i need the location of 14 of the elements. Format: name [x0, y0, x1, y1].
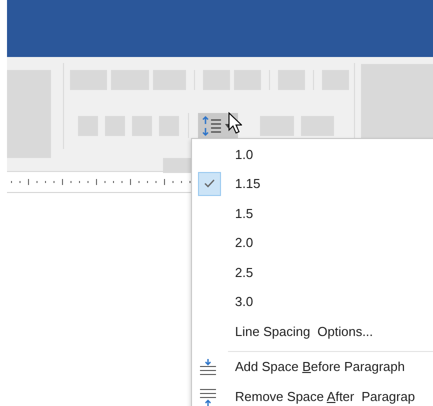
remove-space-after-icon: [199, 388, 217, 406]
spacing-option[interactable]: 1.15: [192, 170, 433, 199]
spacing-option[interactable]: 3.0: [192, 288, 433, 317]
spacing-option[interactable]: 2.0: [192, 228, 433, 258]
add-space-before-icon: [199, 358, 217, 376]
line-spacing-options-item[interactable]: Line Spacing Options...: [192, 317, 433, 346]
spacing-option[interactable]: 1.5: [192, 199, 433, 228]
paragraph-spacing-item[interactable]: Add Space Before Paragraph: [192, 352, 433, 382]
spacing-option[interactable]: 1.0: [192, 140, 433, 170]
spacing-option[interactable]: 2.5: [192, 258, 433, 288]
mouse-pointer-icon: [228, 112, 242, 134]
checkmark-icon: [198, 172, 221, 196]
line-spacing-icon: [202, 116, 222, 136]
paragraph-spacing-item[interactable]: Remove Space After Paragrap: [192, 382, 433, 406]
